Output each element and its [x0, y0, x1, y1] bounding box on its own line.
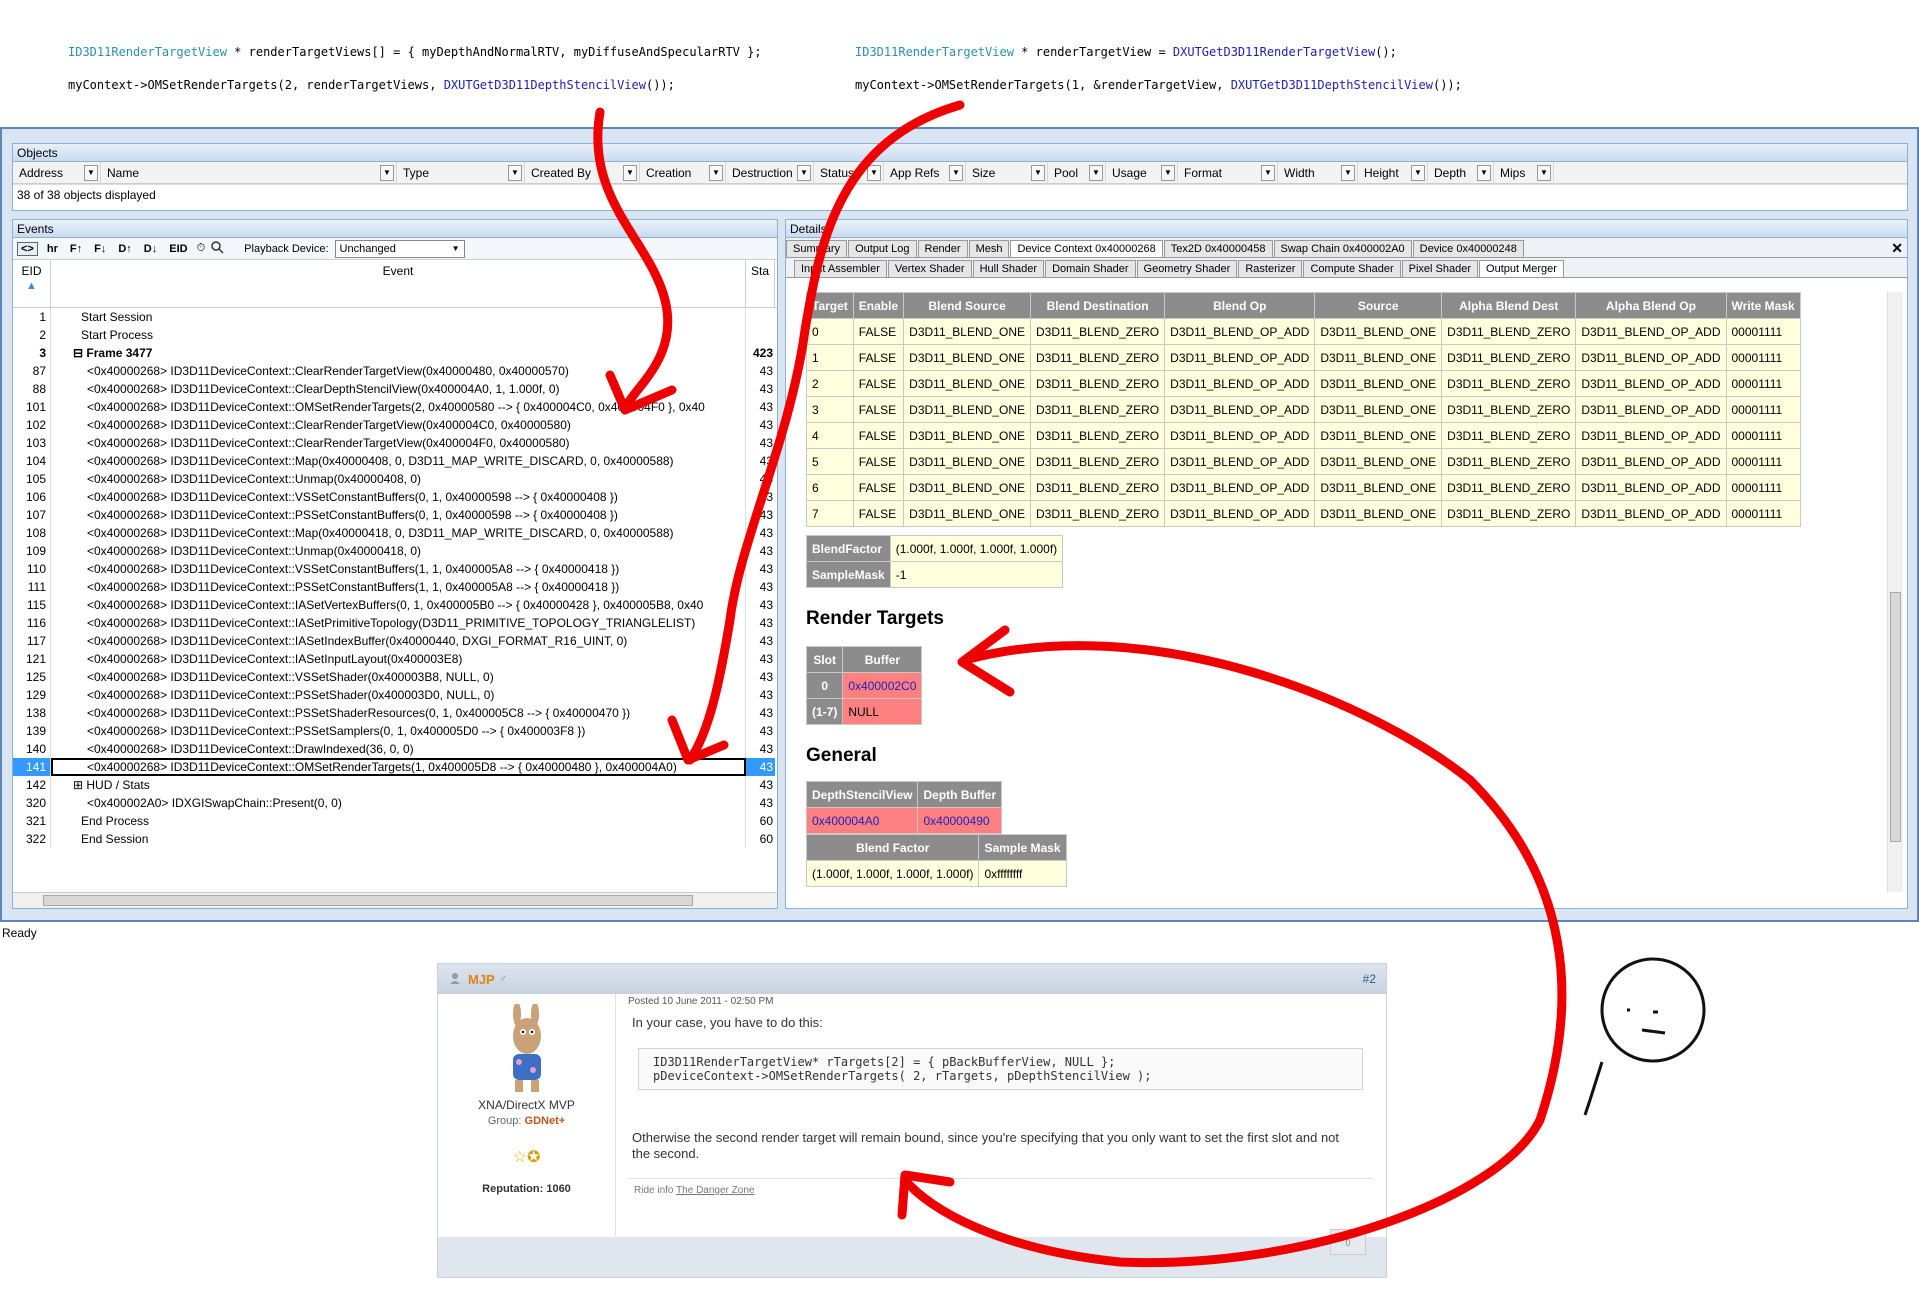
arrowhead [957, 625, 1015, 697]
annotation-overlay [593, 100, 1706, 1268]
stick-figure [1583, 957, 1706, 1116]
arrow-left-stroke [593, 107, 673, 415]
arrow-loop-stroke [900, 641, 1567, 1268]
arrow-right-stroke [685, 100, 965, 765]
